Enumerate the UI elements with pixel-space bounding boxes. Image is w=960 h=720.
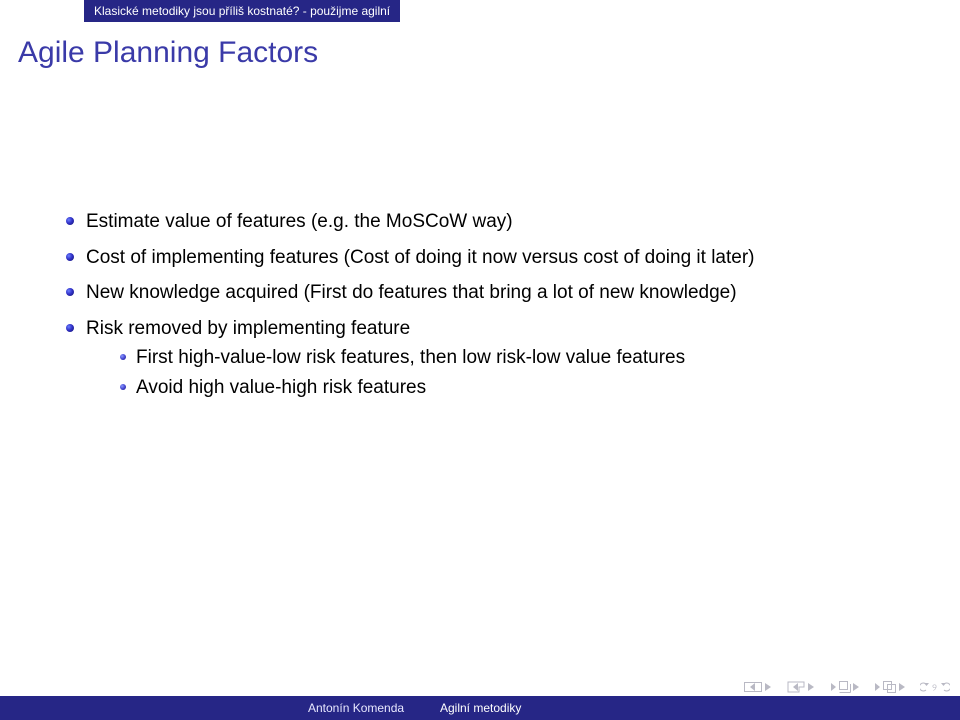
nav-prev-slide[interactable] — [744, 682, 773, 692]
list-item: Risk removed by implementing feature Fir… — [66, 315, 896, 404]
page-title: Agile Planning Factors — [18, 36, 318, 70]
nav-prev-frame[interactable] — [787, 681, 816, 693]
bullet-text: New knowledge acquired (First do feature… — [86, 279, 737, 307]
bullet-text: Cost of implementing features (Cost of d… — [86, 244, 754, 272]
list-item: Cost of implementing features (Cost of d… — [66, 244, 896, 272]
page-title-text: Agile Planning Factors — [18, 36, 318, 69]
footer-bar: Antonín Komenda Agilní metodiky — [0, 696, 960, 720]
nav-back-forward[interactable]: ୨ — [920, 680, 950, 694]
bullet-text: Avoid high value-high risk features — [136, 374, 426, 402]
list-item: Avoid high value-high risk features — [120, 374, 896, 402]
bullet-icon — [66, 217, 74, 225]
bullet-icon — [66, 288, 74, 296]
svg-text:୨: ୨ — [932, 683, 937, 694]
nav-next-slide[interactable] — [874, 681, 906, 693]
bullet-text: First high-value-low risk features, then… — [136, 344, 685, 372]
footer-title: Agilní metodiky — [440, 701, 521, 715]
bullet-icon — [120, 354, 126, 360]
nav-next-frame[interactable] — [830, 681, 860, 693]
list-item: First high-value-low risk features, then… — [120, 344, 896, 372]
content-area: Estimate value of features (e.g. the MoS… — [66, 208, 896, 411]
breadcrumb-text: Klasické metodiky jsou příliš kostnaté? … — [94, 4, 390, 18]
bullet-text: Estimate value of features (e.g. the MoS… — [86, 208, 513, 236]
list-item: Estimate value of features (e.g. the MoS… — [66, 208, 896, 236]
nav-controls: ୨ — [744, 680, 950, 694]
footer-author: Antonín Komenda — [308, 701, 404, 715]
breadcrumb: Klasické metodiky jsou příliš kostnaté? … — [84, 0, 400, 22]
bullet-icon — [120, 384, 126, 390]
bullet-icon — [66, 253, 74, 261]
bullet-text: Risk removed by implementing feature — [86, 318, 410, 339]
list-item: New knowledge acquired (First do feature… — [66, 279, 896, 307]
bullet-icon — [66, 324, 74, 332]
